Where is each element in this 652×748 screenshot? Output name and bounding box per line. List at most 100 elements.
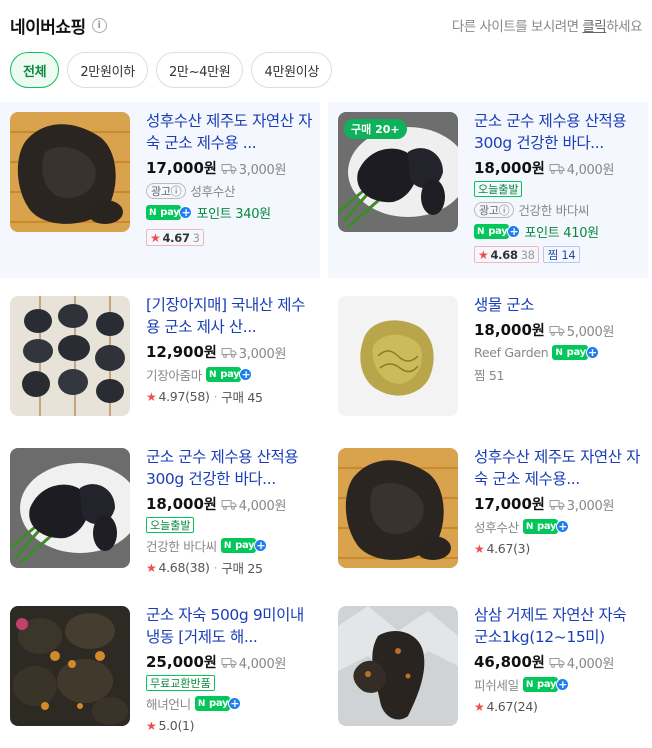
star-icon: ★ xyxy=(146,389,157,404)
star-icon: ★ xyxy=(478,247,489,262)
rating-value: 4.68 xyxy=(158,560,186,575)
seller-name[interactable]: Reef Garden xyxy=(474,345,549,360)
point-label: 포인트 410원 xyxy=(524,226,599,241)
review-count: 3 xyxy=(192,230,200,245)
filter-chip-over-40k[interactable]: 4만원이상 xyxy=(251,52,333,88)
product-image[interactable] xyxy=(338,606,458,726)
npay-icon: Npay + xyxy=(474,224,521,239)
product-info: [기장아지매] 국내산 제수용 군소 제사 산... 12,900 원 3,000원… xyxy=(146,294,314,406)
review-count: (58) xyxy=(185,389,210,404)
star-icon: ★ xyxy=(150,230,161,245)
truck-icon xyxy=(549,163,565,174)
product-price: 17,000 xyxy=(474,495,532,513)
product-title[interactable]: 군소 군수 제수용 산적용 300g 건강한 바다... xyxy=(146,446,314,490)
seller-name[interactable]: 성후수산 xyxy=(190,181,235,200)
price-unit: 원 xyxy=(203,655,217,671)
product-card[interactable]: 군소 자숙 500g 9미이내 냉동 [거제도 해... 25,000 원 4,00… xyxy=(0,596,320,748)
rating-value: 4.67 xyxy=(486,541,514,556)
product-card[interactable]: 삼삼 거제도 자연산 자숙 군소1kg(12~15미) 46,800 원 4,000… xyxy=(328,596,648,748)
rating-value: 4.67 xyxy=(162,230,190,245)
product-price: 25,000 xyxy=(146,653,204,671)
rating-value: 4.97 xyxy=(158,389,186,404)
product-card[interactable]: 구매 20+ 군소 군수 제수용 산적용 300g 건강한 바다... 18,0… xyxy=(328,102,648,278)
rating-value: 5.0 xyxy=(158,718,178,733)
shipping-fee: 3,000원 xyxy=(238,162,287,178)
price-unit: 원 xyxy=(531,497,545,513)
info-icon[interactable]: i xyxy=(91,17,107,33)
npay-icon: Npay + xyxy=(552,345,599,360)
delivery-badge: 오늘출발 xyxy=(146,517,195,533)
product-image[interactable] xyxy=(338,296,458,416)
point-label: 포인트 340원 xyxy=(196,207,271,222)
other-sites-link[interactable]: 다른 사이트를 보시려면 클릭하세요 xyxy=(452,15,643,35)
truck-icon xyxy=(221,347,237,358)
truck-icon xyxy=(549,499,565,510)
price-unit: 원 xyxy=(203,161,217,177)
product-info: 군소 군수 제수용 산적용 300g 건강한 바다... 18,000 원 4,00… xyxy=(474,110,642,264)
product-image[interactable] xyxy=(10,448,130,568)
product-price: 18,000 xyxy=(474,159,532,177)
rating-box: ★ 4.67 3 xyxy=(146,229,204,246)
product-title[interactable]: 삼삼 거제도 자연산 자숙 군소1kg(12~15미) xyxy=(474,604,642,648)
delivery-badge: 오늘출발 xyxy=(474,181,523,197)
price-unit: 원 xyxy=(531,161,545,177)
product-image[interactable] xyxy=(10,112,130,232)
shipping-fee: 4,000원 xyxy=(566,656,615,672)
review-count: (1) xyxy=(177,718,195,733)
rating-value: 4.67 xyxy=(486,699,514,714)
product-title[interactable]: [기장아지매] 국내산 제수용 군소 제사 산... xyxy=(146,294,314,338)
product-price: 18,000 xyxy=(146,495,204,513)
product-image[interactable] xyxy=(338,448,458,568)
filter-chip-all[interactable]: 전체 xyxy=(10,52,60,88)
seller-name[interactable]: 해녀언니 xyxy=(146,694,191,713)
product-price: 46,800 xyxy=(474,653,532,671)
seller-name[interactable]: 건강한 바다씨 xyxy=(518,200,589,219)
truck-icon xyxy=(221,163,237,174)
review-count: (3) xyxy=(513,541,530,556)
product-title[interactable]: 성후수산 제주도 자연산 자숙 군소 제수용... xyxy=(474,446,642,490)
product-title[interactable]: 성후수산 제주도 자연산 자숙 군소 제수용 ... xyxy=(146,110,314,154)
shipping-fee: 4,000원 xyxy=(566,162,615,178)
product-card[interactable]: [기장아지매] 국내산 제수용 군소 제사 산... 12,900 원 3,000원… xyxy=(0,286,320,438)
product-card[interactable]: 성후수산 제주도 자연산 자숙 군소 제수용 ... 17,000 원 3,000원… xyxy=(0,102,320,278)
truck-icon xyxy=(549,657,565,668)
truck-icon xyxy=(221,657,237,668)
link-suffix: 하세요 xyxy=(606,19,642,35)
product-title[interactable]: 생물 군소 xyxy=(474,294,642,316)
product-image[interactable]: 구매 20+ xyxy=(338,112,458,232)
npay-icon: Npay + xyxy=(194,696,242,711)
npay-icon: Npay + xyxy=(522,677,570,692)
price-unit: 원 xyxy=(531,655,545,671)
product-info: 성후수산 제주도 자연산 자숙 군소 제수용 ... 17,000 원 3,000원… xyxy=(146,110,314,247)
product-title[interactable]: 군소 자숙 500g 9미이내 냉동 [거제도 해... xyxy=(146,604,314,648)
rating-box: ★ 4.68 38 xyxy=(474,246,539,263)
zzim-count: 찜 51 xyxy=(474,368,505,383)
product-info: 군소 자숙 500g 9미이내 냉동 [거제도 해... 25,000 원 4,00… xyxy=(146,604,314,735)
product-card[interactable]: 생물 군소 18,000 원 5,000원 Reef Garden Npay + 찜 5… xyxy=(328,286,648,438)
npay-icon: Npay + xyxy=(146,205,193,220)
ad-badge[interactable]: 광고ⓘ xyxy=(146,182,187,199)
npay-icon: Npay + xyxy=(522,519,570,534)
price-unit: 원 xyxy=(203,497,217,513)
shipping-fee: 4,000원 xyxy=(238,498,287,514)
purchase-count-badge: 구매 20+ xyxy=(344,119,407,139)
product-image[interactable] xyxy=(10,296,130,416)
review-count: (24) xyxy=(513,699,538,714)
product-title[interactable]: 군소 군수 제수용 산적용 300g 건강한 바다... xyxy=(474,110,642,154)
seller-name[interactable]: 성후수산 xyxy=(474,517,519,536)
ad-badge[interactable]: 광고ⓘ xyxy=(474,201,515,218)
product-image[interactable] xyxy=(10,606,130,726)
product-price: 17,000 xyxy=(146,159,204,177)
product-card[interactable]: 군소 군수 제수용 산적용 300g 건강한 바다... 18,000 원 4,00… xyxy=(0,438,320,590)
seller-name[interactable]: 건강한 바다씨 xyxy=(146,536,217,555)
purchase-count: 구매 45 xyxy=(221,390,263,405)
click-link[interactable]: 클릭 xyxy=(582,19,606,35)
shipping-fee: 3,000원 xyxy=(566,498,615,514)
seller-name[interactable]: 피쉬세일 xyxy=(474,675,519,694)
filter-chip-under-20k[interactable]: 2만원이하 xyxy=(67,52,148,88)
seller-name[interactable]: 기장아줌마 xyxy=(146,365,202,384)
product-card[interactable]: 성후수산 제주도 자연산 자숙 군소 제수용... 17,000 원 3,000원 … xyxy=(328,438,648,590)
filter-chip-20k-40k[interactable]: 2만~4만원 xyxy=(155,52,244,88)
product-info: 성후수산 제주도 자연산 자숙 군소 제수용... 17,000 원 3,000원 … xyxy=(474,446,642,558)
shipping-fee: 4,000원 xyxy=(238,656,287,672)
